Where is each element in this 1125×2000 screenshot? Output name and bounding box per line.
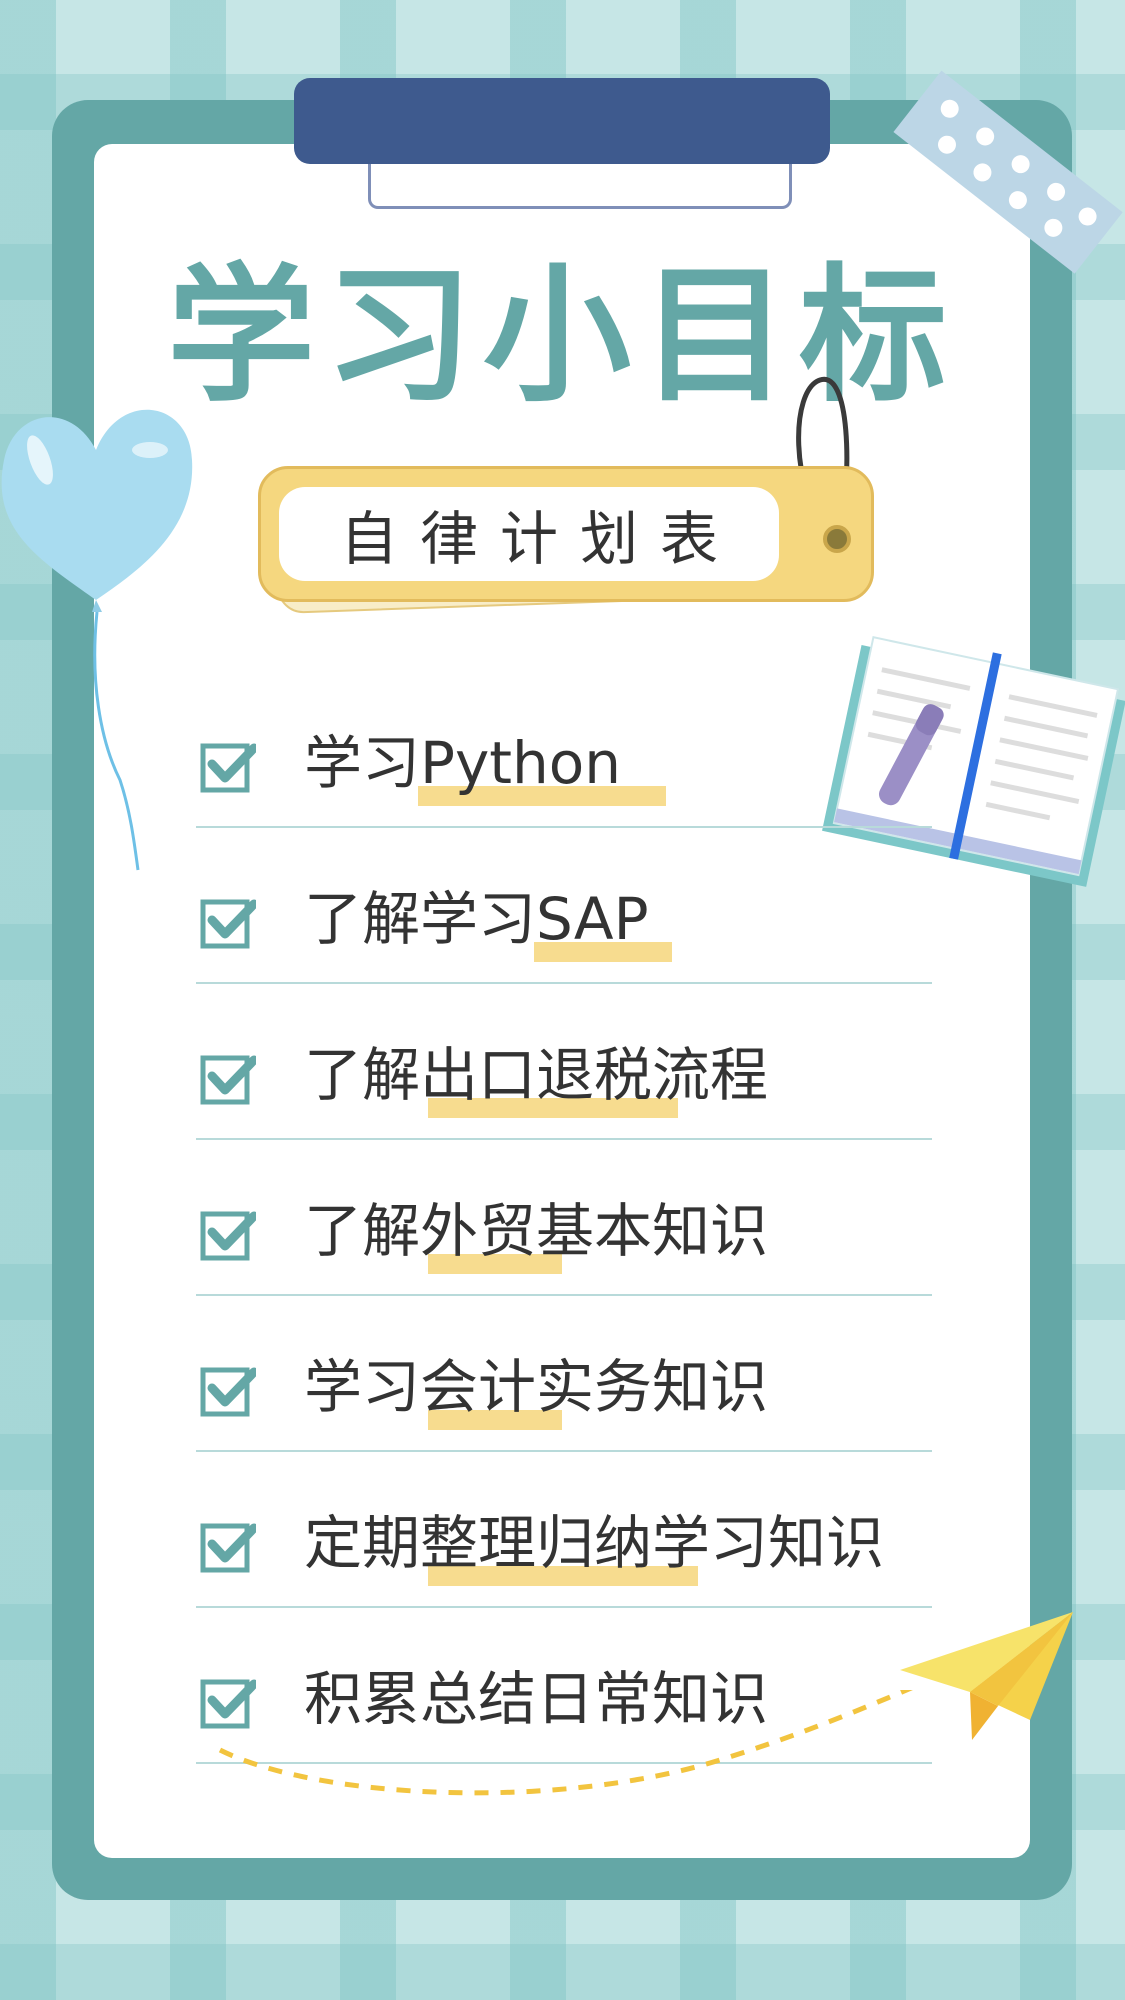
goal-item: 了解出口退税流程 (196, 1012, 932, 1168)
flight-path (218, 1690, 913, 1796)
goal-label: 学习会计实务知识 (304, 1353, 769, 1421)
goal-list: 学习Python 了解学习SAP 了解出口退税流程 了解外贸基本知识 学习会计实… (196, 700, 932, 1792)
page-title: 学习小目标 (167, 250, 957, 422)
goal-label: 了解学习SAP (304, 885, 649, 953)
divider (196, 982, 932, 984)
subtitle: 自律计划表 (339, 505, 740, 573)
check-box-icon (200, 1523, 256, 1573)
goal-item: 学习Python (196, 700, 932, 856)
goal-item: 定期整理归纳学习知识 (196, 1480, 932, 1636)
subtitle-tag: 自律计划表 (258, 466, 874, 602)
check-box-icon (200, 1367, 256, 1417)
check-box-icon (200, 743, 256, 793)
divider (196, 1450, 932, 1452)
check-box-icon (200, 1211, 256, 1261)
goal-item: 了解外贸基本知识 (196, 1168, 932, 1324)
check-box-icon (200, 1055, 256, 1105)
divider (196, 1294, 932, 1296)
goal-label: 学习Python (304, 729, 622, 797)
tag-hole (823, 525, 851, 553)
divider (196, 1606, 932, 1608)
goal-label: 了解外贸基本知识 (304, 1197, 769, 1265)
goal-label: 定期整理归纳学习知识 (304, 1509, 885, 1577)
goal-item: 了解学习SAP (196, 856, 932, 1012)
heart-balloon-icon (1, 409, 193, 871)
divider (196, 826, 932, 828)
check-box-icon (200, 899, 256, 949)
clipboard-clip (294, 78, 830, 164)
goal-label: 了解出口退税流程 (304, 1041, 769, 1109)
divider (196, 1138, 932, 1140)
subtitle-tag-inner: 自律计划表 (279, 487, 779, 581)
goal-item: 学习会计实务知识 (196, 1324, 932, 1480)
